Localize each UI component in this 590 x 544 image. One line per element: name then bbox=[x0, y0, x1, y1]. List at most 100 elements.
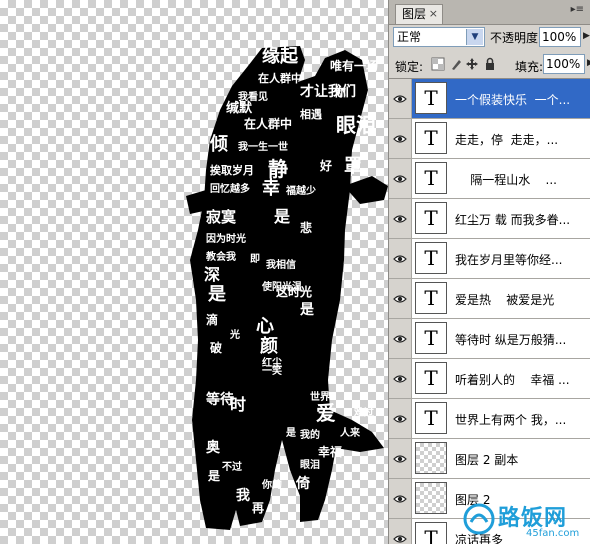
blend-mode-select[interactable]: 正常 ▼ bbox=[393, 27, 485, 47]
eye-icon[interactable] bbox=[393, 372, 407, 386]
layer-row[interactable]: 图层 2 副本 bbox=[389, 439, 590, 479]
opacity-label: 不透明度: bbox=[490, 31, 543, 45]
art-word: 幸福 bbox=[318, 444, 342, 459]
eye-icon[interactable] bbox=[393, 172, 407, 186]
art-word: 难过 bbox=[353, 406, 374, 419]
text-layer-icon[interactable]: T bbox=[415, 362, 447, 394]
text-layer-icon[interactable]: T bbox=[415, 122, 447, 154]
art-word: 在人群中 bbox=[258, 71, 302, 85]
eye-icon[interactable] bbox=[393, 452, 407, 466]
layer-row[interactable]: T 世界上有两个 我，... bbox=[389, 399, 590, 439]
layer-name[interactable]: 隔一程山水 ... bbox=[455, 171, 586, 188]
visibility-toggle[interactable] bbox=[389, 159, 412, 198]
art-word: 颜 bbox=[260, 335, 278, 357]
visibility-toggle[interactable] bbox=[389, 439, 412, 478]
layers-panel: 图层 × ▸≡ 正常 ▼ 不透明度: 100% ▶ 锁定: 填充: 100% T… bbox=[388, 0, 590, 544]
watermark: 路饭网 45fan.com bbox=[426, 500, 586, 540]
text-layer-icon[interactable]: T bbox=[415, 242, 447, 274]
layer-row[interactable]: T 走走，停 走走，... bbox=[389, 119, 590, 159]
layer-row[interactable]: T 红尘万 载 而我多眷... bbox=[389, 199, 590, 239]
eye-icon[interactable] bbox=[393, 252, 407, 266]
tab-layers[interactable]: 图层 × bbox=[395, 4, 443, 24]
art-word: 幸 bbox=[262, 177, 280, 199]
art-word: 是 bbox=[207, 284, 226, 305]
eye-icon[interactable] bbox=[393, 412, 407, 426]
art-word: 奥 bbox=[206, 439, 221, 456]
blend-mode-value: 正常 bbox=[397, 30, 422, 44]
visibility-toggle[interactable] bbox=[389, 479, 412, 518]
visibility-toggle[interactable] bbox=[389, 399, 412, 438]
layer-thumbnail[interactable] bbox=[415, 442, 447, 474]
layer-row[interactable]: T 听着别人的 幸福 ... bbox=[389, 359, 590, 399]
opacity-input[interactable]: 100% bbox=[539, 27, 581, 47]
opacity-slider-arrow-icon[interactable]: ▶ bbox=[583, 31, 590, 41]
eye-icon[interactable] bbox=[393, 532, 407, 544]
art-word: 才让我们 bbox=[300, 83, 356, 100]
art-word: 即 bbox=[250, 253, 260, 265]
layer-list: T 一个假装快乐 一个... T 走走，停 走走，... T 隔一程山水 ... T 红尘万… bbox=[389, 78, 590, 544]
art-word: 是 bbox=[285, 427, 296, 439]
fill-input[interactable]: 100% bbox=[543, 54, 585, 74]
text-layer-icon[interactable]: T bbox=[415, 322, 447, 354]
document-canvas[interactable]: 缘起 在人群中 唯有一场 我看见 才让我们你眼泪 缄默 在人群中 相遇倾我一生一世罩挨取岁月静… bbox=[0, 0, 388, 544]
layer-name[interactable]: 爱是热 被爱是光 bbox=[455, 291, 586, 308]
eye-icon[interactable] bbox=[393, 492, 407, 506]
visibility-toggle[interactable] bbox=[389, 279, 412, 318]
art-word: 倾 bbox=[209, 134, 228, 155]
layer-row[interactable]: T 隔一程山水 ... bbox=[389, 159, 590, 199]
art-word: 罩 bbox=[344, 156, 362, 177]
lock-image-pixels-brush-icon[interactable] bbox=[449, 57, 463, 71]
layer-name[interactable]: 我在岁月里等你经... bbox=[455, 251, 586, 268]
layer-name[interactable]: 图层 2 副本 bbox=[455, 451, 586, 468]
eye-icon[interactable] bbox=[393, 132, 407, 146]
lock-position-move-icon[interactable] bbox=[465, 57, 479, 71]
visibility-toggle[interactable] bbox=[389, 319, 412, 358]
eye-icon[interactable] bbox=[393, 332, 407, 346]
opacity-value: 100% bbox=[542, 30, 577, 44]
layer-name[interactable]: 世界上有两个 我，... bbox=[455, 411, 586, 428]
visibility-toggle[interactable] bbox=[389, 239, 412, 278]
text-layer-icon[interactable]: T bbox=[415, 82, 447, 114]
text-layer-icon[interactable]: T bbox=[415, 202, 447, 234]
art-word: 回忆越多 bbox=[210, 182, 250, 195]
art-word: 时 bbox=[230, 395, 246, 414]
art-word: 深 bbox=[204, 265, 220, 284]
visibility-toggle[interactable] bbox=[389, 519, 412, 544]
layer-name[interactable]: 走走，停 走走，... bbox=[455, 131, 586, 148]
eye-icon[interactable] bbox=[393, 92, 407, 106]
visibility-toggle[interactable] bbox=[389, 359, 412, 398]
art-word: 我的 bbox=[300, 428, 320, 441]
visibility-toggle[interactable] bbox=[389, 79, 412, 118]
chevron-down-icon[interactable]: ▼ bbox=[466, 29, 483, 45]
eye-icon[interactable] bbox=[393, 212, 407, 226]
layer-row[interactable]: T 一个假装快乐 一个... bbox=[389, 79, 590, 119]
art-word: 爱 bbox=[316, 401, 336, 425]
art-word: 好 bbox=[319, 158, 332, 173]
layer-name[interactable]: 听着别人的 幸福 ... bbox=[455, 371, 586, 388]
text-layer-icon[interactable]: T bbox=[415, 162, 447, 194]
visibility-toggle[interactable] bbox=[389, 119, 412, 158]
lock-transparent-pixels-icon[interactable] bbox=[431, 57, 445, 71]
layer-row[interactable]: T 我在岁月里等你经... bbox=[389, 239, 590, 279]
art-word: 寂寞 bbox=[206, 208, 237, 226]
visibility-toggle[interactable] bbox=[389, 199, 412, 238]
lock-all-icon[interactable] bbox=[483, 57, 497, 71]
art-word: 眼泪 bbox=[336, 113, 376, 137]
art-word: 是 bbox=[273, 207, 290, 226]
close-icon[interactable]: × bbox=[429, 5, 438, 23]
text-layer-icon[interactable]: T bbox=[415, 402, 447, 434]
layer-name[interactable]: 红尘万 载 而我多眷... bbox=[455, 211, 586, 228]
blend-row: 正常 ▼ 不透明度: 100% ▶ bbox=[393, 27, 590, 49]
text-layer-icon[interactable]: T bbox=[415, 282, 447, 314]
layer-name[interactable]: 等待时 纵是万般猜... bbox=[455, 331, 586, 348]
tab-layers-label: 图层 bbox=[402, 7, 427, 21]
layer-row[interactable]: T 爱是热 被爱是光 bbox=[389, 279, 590, 319]
eye-icon[interactable] bbox=[393, 292, 407, 306]
lock-label: 锁定: bbox=[395, 60, 424, 74]
layer-name[interactable]: 一个假装快乐 一个... bbox=[455, 91, 586, 108]
panel-menu-icon[interactable]: ▸≡ bbox=[571, 4, 584, 15]
layer-row[interactable]: T 等待时 纵是万般猜... bbox=[389, 319, 590, 359]
silhouette-text-artwork: 缘起在人群中唯有一场我看见 才让我们你眼泪缄默在人群中相遇倾 我一生一世罩挨取岁月静… bbox=[186, 45, 388, 530]
art-word: 这时光 bbox=[276, 284, 312, 299]
art-word: 我一生一世 bbox=[238, 140, 288, 153]
